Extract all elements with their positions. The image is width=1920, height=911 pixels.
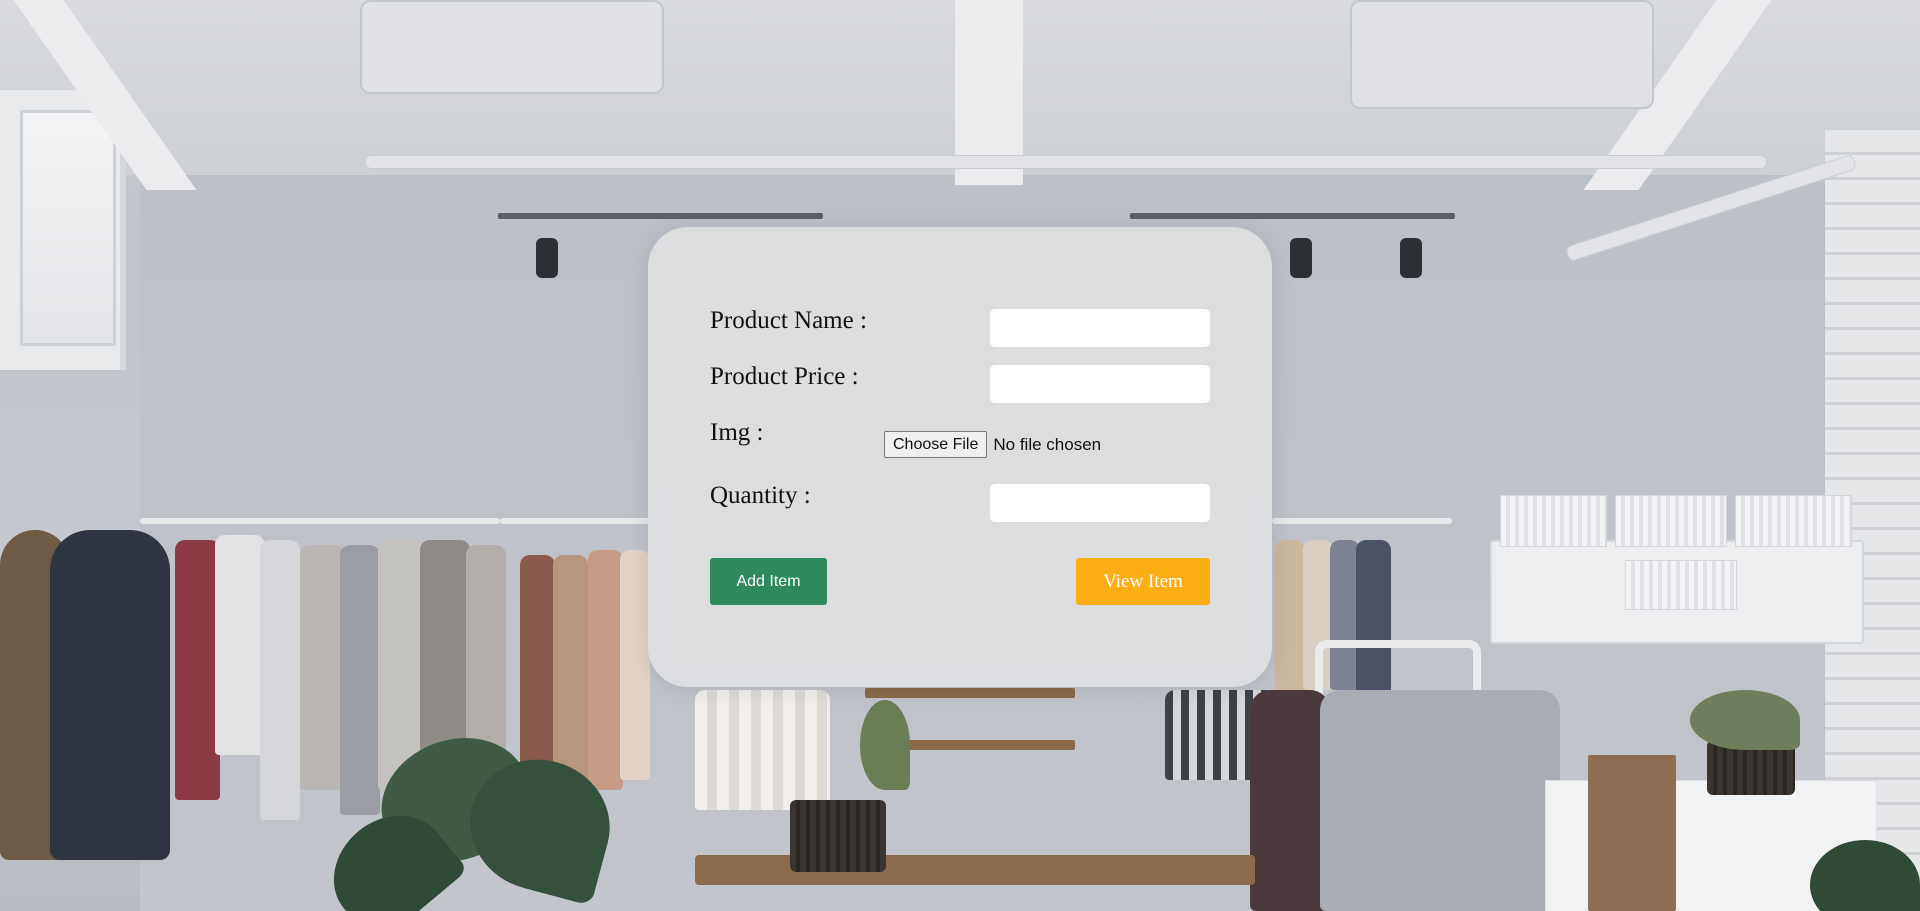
- clothing-rail: [140, 518, 500, 524]
- spotlight: [536, 238, 558, 278]
- img-row: Img : Choose File No file chosen: [710, 419, 1210, 459]
- product-price-row: Product Price :: [710, 363, 1210, 403]
- spotlight: [1400, 238, 1422, 278]
- mannequin: [50, 530, 170, 860]
- add-item-button[interactable]: Add Item: [710, 558, 827, 605]
- plant-basket: [790, 800, 886, 872]
- storage-basket: [1500, 495, 1607, 547]
- t-shirt: [1250, 690, 1330, 911]
- clothing-rail: [500, 518, 650, 524]
- wooden-panel: [1588, 755, 1676, 911]
- plant-leaf: [1690, 690, 1800, 750]
- air-conditioner: [360, 0, 664, 94]
- product-name-row: Product Name :: [710, 307, 1210, 347]
- display-table: [695, 855, 1255, 885]
- storage-basket: [1615, 495, 1727, 547]
- storage-basket: [1735, 495, 1852, 547]
- hanging-garment: [553, 555, 588, 785]
- hanging-garment: [588, 550, 623, 790]
- air-conditioner: [1350, 0, 1654, 109]
- hanging-garment: [695, 690, 830, 810]
- clothing-rail: [1272, 518, 1452, 524]
- spotlight: [1290, 238, 1312, 278]
- hanging-garment: [340, 545, 380, 815]
- plant-leaf: [860, 700, 910, 790]
- hanging-garment: [175, 540, 220, 800]
- view-item-button[interactable]: View Item: [1076, 558, 1210, 605]
- hanging-garment: [260, 540, 300, 820]
- action-row: Add Item View Item: [710, 558, 1210, 605]
- hanging-garment: [620, 550, 650, 780]
- wall-shelf: [865, 688, 1075, 698]
- t-shirt: [1320, 690, 1560, 911]
- file-picker: Choose File No file chosen: [884, 431, 1101, 458]
- ceiling-pipe: [365, 155, 1767, 169]
- product-price-label: Product Price :: [710, 363, 859, 390]
- product-name-label: Product Name :: [710, 307, 867, 334]
- hanging-garment: [1275, 540, 1305, 700]
- spotlight-rail: [498, 213, 823, 219]
- product-name-input[interactable]: [990, 309, 1210, 347]
- storage-basket: [1625, 560, 1737, 610]
- quantity-row: Quantity :: [710, 482, 1210, 522]
- quantity-label: Quantity :: [710, 482, 811, 509]
- file-status-text: No file chosen: [993, 434, 1102, 454]
- spotlight-rail: [1130, 213, 1455, 219]
- hanging-garment: [420, 540, 470, 770]
- product-price-input[interactable]: [990, 365, 1210, 403]
- hanging-garment: [300, 545, 345, 790]
- quantity-input[interactable]: [990, 484, 1210, 522]
- add-product-form-card: Product Name : Product Price : Img : Cho…: [648, 227, 1272, 687]
- choose-file-button[interactable]: Choose File: [884, 431, 988, 458]
- img-label: Img :: [710, 419, 764, 446]
- hanging-garment: [215, 535, 265, 755]
